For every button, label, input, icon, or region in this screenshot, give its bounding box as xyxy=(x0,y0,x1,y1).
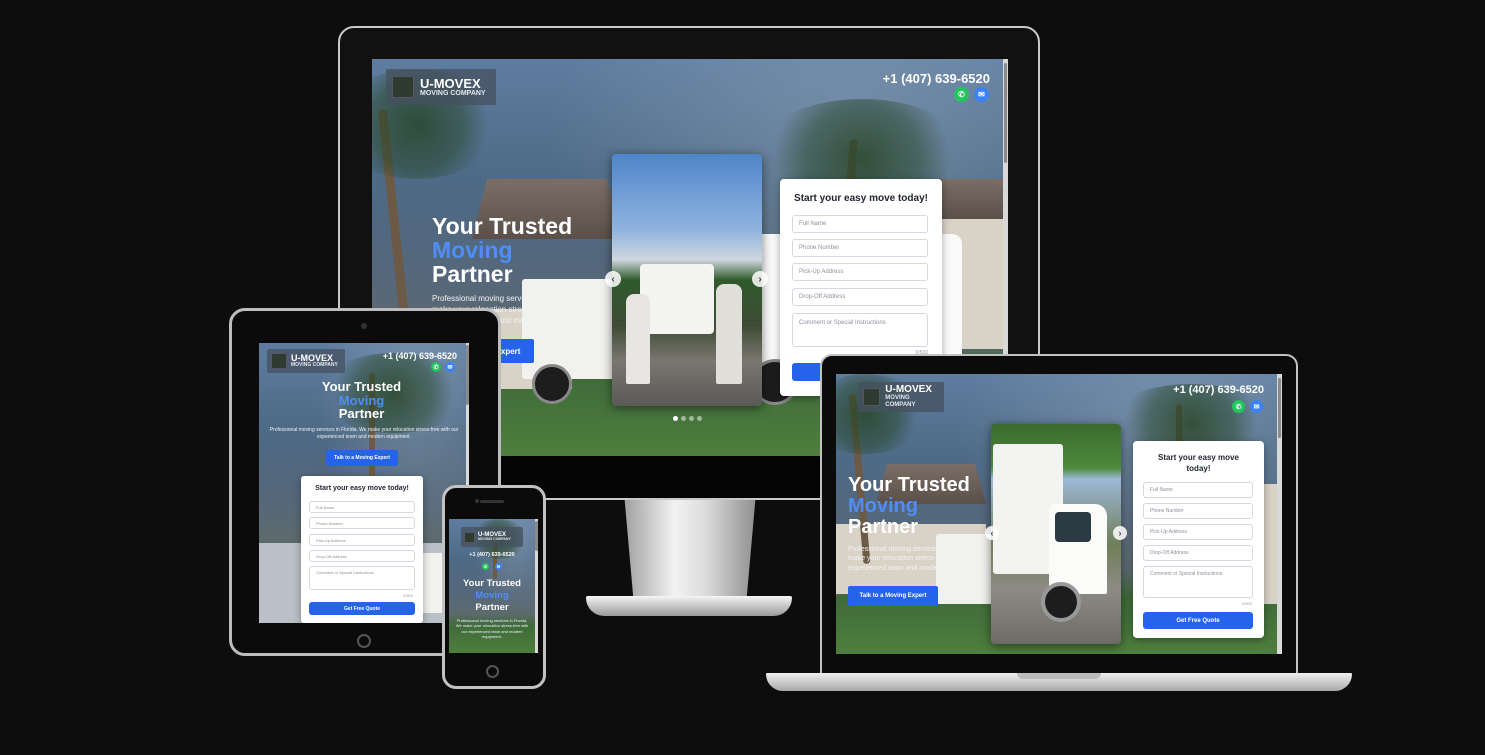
brand-logo[interactable]: U-MOVEX MOVING COMPANY xyxy=(858,382,944,412)
form-title: Start your easy move today! xyxy=(794,193,928,204)
messenger-icon[interactable]: ✉ xyxy=(495,563,502,570)
brand-logo[interactable]: U-MOVEX MOVING COMPANY xyxy=(461,527,523,547)
scrollbar-thumb[interactable] xyxy=(1278,378,1281,438)
phone-number-input[interactable]: Phone Number xyxy=(792,239,928,257)
character-count: 0/500 xyxy=(402,593,413,598)
comment-textarea[interactable]: Comment or Special Instructions xyxy=(792,313,928,347)
carousel-dot[interactable] xyxy=(689,416,694,421)
scrollbar-thumb[interactable] xyxy=(466,345,469,405)
brand-name: U-MOVEX xyxy=(420,75,481,91)
hero-title-line1: Your Trusted xyxy=(432,213,573,239)
messenger-icon[interactable]: ✉ xyxy=(974,87,989,102)
brand-tagline: MOVING COMPANY xyxy=(291,361,338,368)
full-name-input[interactable]: Full Name xyxy=(1143,482,1253,498)
form-title: Start your easy move today! xyxy=(1158,453,1239,473)
messenger-icon[interactable]: ✉ xyxy=(445,362,455,372)
hero-description: Professional moving services in Florida.… xyxy=(455,618,529,640)
dropoff-address-input[interactable]: Drop-Off Address xyxy=(792,288,928,306)
talk-to-expert-button[interactable]: Talk to a Moving Expert xyxy=(848,586,938,606)
hero-description: Professional moving services in Florida.… xyxy=(848,546,984,572)
logo-icon xyxy=(464,531,475,543)
scrollbar-thumb[interactable] xyxy=(1004,63,1007,163)
whatsapp-icon[interactable]: ✆ xyxy=(954,87,969,102)
hero-description: Professional moving services in Florida.… xyxy=(269,427,459,440)
character-count: 0/500 xyxy=(1241,601,1252,606)
brand-name: U-MOVEX xyxy=(885,384,932,396)
quote-form: Start your easy move today! Full Name Ph… xyxy=(1133,441,1264,638)
phone-home-button[interactable] xyxy=(486,665,499,678)
messenger-icon[interactable]: ✉ xyxy=(1250,400,1263,413)
hero-title-line3: Partner xyxy=(338,406,385,421)
brand-tagline: MOVING COMPANY xyxy=(478,537,511,542)
tablet-camera xyxy=(361,323,367,329)
hero-title-line2: Moving xyxy=(432,237,513,263)
carousel-dot[interactable] xyxy=(681,416,686,421)
get-free-quote-button[interactable]: Get Free Quote xyxy=(309,602,415,615)
phone-earpiece xyxy=(480,500,504,503)
monitor-stand-base xyxy=(586,596,792,616)
carousel-dot[interactable] xyxy=(673,416,678,421)
carousel-next-button[interactable]: › xyxy=(1113,526,1127,540)
hero-title-line1: Your Trusted xyxy=(463,578,521,589)
phone-number-input[interactable]: Phone Number xyxy=(1143,503,1253,519)
hero-title-line1: Your Trusted xyxy=(321,379,402,394)
full-name-input[interactable]: Full Name xyxy=(309,501,415,513)
quote-form: Start your easy move today! Full Name Ph… xyxy=(301,476,423,623)
full-name-input[interactable]: Full Name xyxy=(792,215,928,233)
phone-link[interactable]: +1 (407) 639-6520 xyxy=(383,351,457,361)
chevron-left-icon: ‹ xyxy=(990,528,994,538)
chevron-right-icon: › xyxy=(758,273,762,285)
laptop-screen: U-MOVEX MOVING COMPANY +1 (407) 639-6520… xyxy=(836,374,1282,654)
logo-icon xyxy=(271,353,287,369)
phone-screen: U-MOVEX MOVING COMPANY +1 (407) 639-6520… xyxy=(449,519,538,653)
phone-link[interactable]: +1 (407) 639-6520 xyxy=(883,71,990,86)
pickup-address-input[interactable]: Pick-Up Address xyxy=(309,534,415,546)
dropoff-address-input[interactable]: Drop-Off Address xyxy=(1143,545,1253,561)
comment-textarea[interactable]: Comment or Special Instructions xyxy=(1143,566,1253,598)
chevron-left-icon: ‹ xyxy=(611,273,615,285)
logo-icon xyxy=(863,388,881,406)
phone-camera xyxy=(475,499,479,503)
form-title: Start your easy move today! xyxy=(315,485,409,492)
brand-logo[interactable]: U-MOVEX MOVING COMPANY xyxy=(386,69,496,105)
phone-number-input[interactable]: Phone Number xyxy=(309,517,415,529)
carousel-dot[interactable] xyxy=(697,416,702,421)
carousel-prev-button[interactable]: ‹ xyxy=(985,526,999,540)
hero-title-line3: Partner xyxy=(475,602,509,613)
chevron-right-icon: › xyxy=(1118,528,1122,538)
hero-title-line3: Partner xyxy=(848,516,919,538)
brand-tagline: MOVING COMPANY xyxy=(420,89,486,97)
comment-textarea[interactable]: Comment or Special Instructions xyxy=(309,566,415,590)
brand-logo[interactable]: U-MOVEX MOVING COMPANY xyxy=(267,349,345,373)
carousel-prev-button[interactable]: ‹ xyxy=(605,271,621,287)
get-free-quote-button[interactable]: Get Free Quote xyxy=(1143,612,1253,629)
logo-icon xyxy=(392,76,414,98)
scrollbar-thumb[interactable] xyxy=(535,521,538,551)
hero-title-line2: Moving xyxy=(848,495,918,517)
phone-link[interactable]: +1 (407) 639-6520 xyxy=(1173,384,1264,396)
carousel-slide xyxy=(612,154,762,406)
monitor-stand-neck xyxy=(624,498,756,604)
whatsapp-icon[interactable]: ✆ xyxy=(1232,400,1245,413)
phone-link[interactable]: +1 (407) 639-6520 xyxy=(449,552,535,558)
hero-title-line3: Partner xyxy=(432,261,513,287)
carousel-slide xyxy=(991,424,1121,644)
talk-to-expert-button[interactable]: Talk to a Moving Expert xyxy=(326,450,398,466)
carousel-next-button[interactable]: › xyxy=(752,271,768,287)
hero-title-line2: Moving xyxy=(475,590,509,601)
whatsapp-icon[interactable]: ✆ xyxy=(431,362,441,372)
tablet-home-button[interactable] xyxy=(357,634,371,648)
pickup-address-input[interactable]: Pick-Up Address xyxy=(1143,524,1253,540)
whatsapp-icon[interactable]: ✆ xyxy=(482,563,489,570)
tablet-screen: U-MOVEX MOVING COMPANY +1 (407) 639-6520… xyxy=(259,343,469,623)
hero-title-line1: Your Trusted xyxy=(848,474,970,496)
laptop-notch xyxy=(1017,673,1101,679)
dropoff-address-input[interactable]: Drop-Off Address xyxy=(309,550,415,562)
brand-tagline: MOVING COMPANY xyxy=(885,395,916,408)
pickup-address-input[interactable]: Pick-Up Address xyxy=(792,263,928,281)
